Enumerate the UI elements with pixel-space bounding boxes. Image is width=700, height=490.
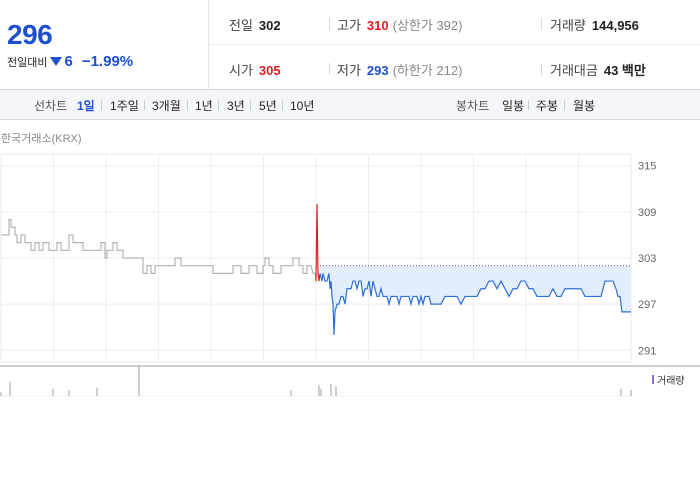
y-tick-label: 297 bbox=[638, 299, 656, 311]
stat-value: 144,956 bbox=[591, 18, 639, 33]
stat-label: 고가 bbox=[337, 18, 361, 33]
stats-divider bbox=[209, 44, 700, 45]
quote-summary: 296 전일대비 6 −1.99% 전일 302 고가 310 (상한가 392) 거… bbox=[0, 0, 700, 90]
stat-value: 305 bbox=[258, 63, 281, 78]
line-chart-label: 선차트 bbox=[34, 99, 68, 113]
stat-prev-close: 전일 302 bbox=[229, 15, 281, 34]
divider bbox=[564, 100, 565, 110]
stat-sub: (상한가 392) bbox=[392, 18, 463, 33]
divider bbox=[329, 18, 330, 30]
divider bbox=[541, 18, 542, 30]
divider bbox=[187, 100, 188, 110]
change-rate: −1.99% bbox=[81, 53, 134, 70]
stat-value: 302 bbox=[258, 18, 281, 33]
stat-trade-value: 거래대금 43 백만 bbox=[550, 60, 646, 79]
stat-value: 293 bbox=[366, 63, 389, 78]
tab-3m[interactable]: 3개월 bbox=[152, 97, 181, 114]
stat-volume: 거래량 144,956 bbox=[550, 15, 639, 34]
volume-legend-swatch bbox=[652, 375, 654, 384]
stat-label: 거래량 bbox=[550, 18, 586, 33]
period-tabs: 선차트 1일 1주일 3개월 1년 3년 5년 10년 봉차트 일봉 주봉 월봉 bbox=[0, 90, 700, 120]
divider bbox=[282, 100, 283, 110]
y-tick-label: 315 bbox=[638, 161, 656, 173]
price-panel: 296 전일대비 6 −1.99% bbox=[0, 0, 209, 89]
y-tick-label: 303 bbox=[638, 253, 656, 265]
stat-sub: (하한가 212) bbox=[392, 63, 463, 78]
tab-3y[interactable]: 3년 bbox=[227, 97, 245, 114]
change-label: 전일대비 bbox=[7, 56, 48, 69]
tab-1y[interactable]: 1년 bbox=[195, 97, 213, 114]
down-arrow-icon bbox=[50, 57, 63, 66]
divider bbox=[144, 100, 145, 110]
tab-10y[interactable]: 10년 bbox=[290, 97, 314, 114]
divider bbox=[101, 100, 102, 110]
tab-5y[interactable]: 5년 bbox=[259, 97, 277, 114]
current-price: 296 bbox=[7, 19, 53, 50]
tab-weekly-candle[interactable]: 주봉 bbox=[536, 97, 558, 114]
change-amount: 6 bbox=[64, 53, 73, 70]
tab-1w[interactable]: 1주일 bbox=[110, 97, 139, 114]
candle-chart-label: 봉차트 bbox=[456, 99, 490, 113]
divider bbox=[528, 100, 529, 110]
y-tick-label: 291 bbox=[638, 345, 656, 357]
divider bbox=[218, 100, 219, 110]
tab-monthly-candle[interactable]: 월봉 bbox=[573, 97, 595, 114]
price-chart: 315 309 303 297 291 bbox=[0, 153, 700, 397]
stat-high: 고가 310 (상한가 392) bbox=[337, 15, 462, 34]
change-row: 전일대비 6 −1.99% bbox=[7, 53, 133, 70]
divider bbox=[541, 63, 542, 75]
stat-low: 저가 293 (하한가 212) bbox=[337, 60, 462, 79]
divider bbox=[250, 100, 251, 110]
stat-open: 시가 305 bbox=[229, 60, 281, 79]
stat-value: 310 bbox=[366, 18, 389, 33]
stat-label: 저가 bbox=[337, 63, 361, 78]
stat-label: 시가 bbox=[229, 63, 253, 78]
y-tick-label: 309 bbox=[638, 207, 656, 219]
stat-label: 전일 bbox=[229, 18, 253, 33]
volume-legend-label: 거래량 bbox=[657, 376, 685, 387]
tab-daily-candle[interactable]: 일봉 bbox=[502, 97, 524, 114]
volume-legend: 거래량 bbox=[652, 372, 685, 387]
divider bbox=[329, 63, 330, 75]
tab-1d[interactable]: 1일 bbox=[77, 97, 95, 114]
stat-label: 거래대금 bbox=[550, 63, 598, 78]
stat-value: 43 백만 bbox=[603, 63, 646, 78]
